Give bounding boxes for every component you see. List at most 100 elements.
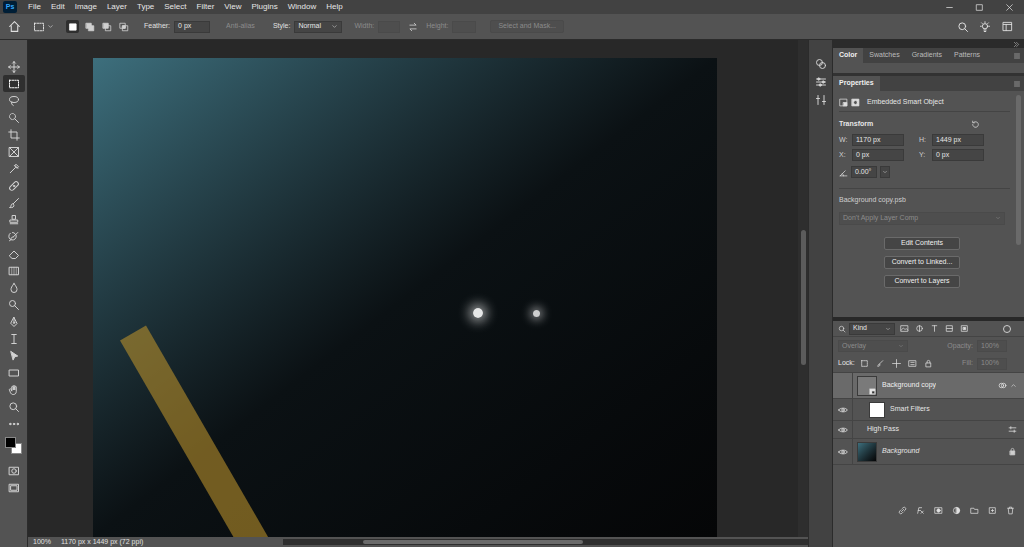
workspace-icon[interactable]: [996, 21, 1018, 32]
color-panel-icon[interactable]: [815, 58, 827, 70]
layer-row[interactable]: High Pass: [833, 421, 1024, 439]
field-input[interactable]: 0 px: [932, 149, 984, 161]
tool-button[interactable]: [3, 415, 25, 432]
filter-kind-icon[interactable]: [898, 324, 910, 333]
properties-scrollbar[interactable]: [1016, 95, 1021, 245]
tool-button[interactable]: [3, 92, 25, 109]
menu-item[interactable]: Window: [283, 1, 321, 13]
home-icon[interactable]: [8, 20, 21, 33]
filter-toggle[interactable]: [1003, 325, 1011, 333]
minimize-icon[interactable]: [934, 3, 964, 12]
delete-layer-icon[interactable]: [1004, 506, 1016, 515]
lock-option-icon[interactable]: [891, 359, 903, 368]
quick-mask-icon[interactable]: [3, 462, 25, 479]
lock-option-icon[interactable]: [875, 359, 887, 368]
visibility-toggle[interactable]: [833, 399, 853, 420]
panel-tab[interactable]: Gradients: [906, 48, 948, 63]
properties-button[interactable]: Edit Contents: [884, 237, 960, 250]
screen-mode-icon[interactable]: [3, 479, 25, 496]
panel-tab[interactable]: Patterns: [948, 48, 986, 63]
menu-item[interactable]: Help: [321, 1, 347, 13]
menu-item[interactable]: Image: [70, 1, 102, 13]
panel-menu-icon[interactable]: [1010, 48, 1024, 63]
panel-menu-icon[interactable]: [1010, 76, 1024, 91]
tool-preset-picker[interactable]: [33, 21, 54, 33]
tool-button[interactable]: [3, 313, 25, 330]
tool-button[interactable]: [3, 109, 25, 126]
layer-name[interactable]: Background copy: [882, 380, 936, 391]
layer-name[interactable]: Background: [882, 446, 919, 457]
properties-panel-icon[interactable]: [815, 76, 827, 88]
tool-button[interactable]: [3, 211, 25, 228]
zoom-level[interactable]: 100%: [33, 537, 51, 547]
layer-row[interactable]: Background: [833, 439, 1024, 465]
panel-tab[interactable]: Swatches: [863, 48, 905, 63]
new-layer-icon[interactable]: [986, 506, 998, 515]
angle-input[interactable]: 0.00°: [851, 166, 877, 178]
horizontal-scrollbar[interactable]: [283, 539, 808, 545]
tool-button[interactable]: [3, 398, 25, 415]
selection-mode-icon[interactable]: [83, 20, 96, 33]
discover-icon[interactable]: [974, 21, 996, 33]
menu-item[interactable]: Type: [132, 1, 159, 13]
visibility-toggle[interactable]: [833, 373, 853, 398]
menu-item[interactable]: Select: [159, 1, 191, 13]
vertical-scrollbar[interactable]: [798, 40, 808, 537]
new-group-icon[interactable]: [968, 506, 980, 515]
tool-button[interactable]: [3, 194, 25, 211]
angle-dropdown[interactable]: [880, 166, 890, 178]
menu-item[interactable]: File: [23, 1, 46, 13]
adjustment-layer-icon[interactable]: [950, 506, 962, 515]
tool-button[interactable]: [3, 364, 25, 381]
search-icon[interactable]: [952, 21, 974, 33]
filter-kind-icon[interactable]: [958, 324, 970, 333]
filter-type-dropdown[interactable]: Kind: [849, 323, 895, 335]
filter-mask-thumbnail[interactable]: [869, 402, 885, 418]
add-mask-icon[interactable]: [932, 506, 944, 515]
panel-tab[interactable]: Color: [833, 48, 863, 63]
selection-mode-icon[interactable]: [66, 20, 79, 33]
menu-item[interactable]: View: [219, 1, 246, 13]
field-input[interactable]: 1449 px: [932, 134, 984, 146]
layer-style-icon[interactable]: [914, 506, 926, 515]
tool-button[interactable]: [3, 160, 25, 177]
tool-button[interactable]: [3, 296, 25, 313]
properties-button[interactable]: Convert to Layers: [884, 275, 960, 288]
lock-option-icon[interactable]: [907, 359, 919, 368]
color-swatches[interactable]: [4, 436, 24, 456]
style-dropdown[interactable]: Normal: [294, 21, 342, 33]
tool-button[interactable]: [3, 245, 25, 262]
canvas[interactable]: [28, 40, 798, 537]
filter-kind-icon[interactable]: [928, 324, 940, 333]
tool-button[interactable]: [3, 347, 25, 364]
layer-name[interactable]: Smart Filters: [890, 404, 930, 415]
selection-mode-icon[interactable]: [100, 20, 113, 33]
layer-mask-icon[interactable]: [851, 98, 860, 107]
tool-button[interactable]: [3, 262, 25, 279]
feather-input[interactable]: 0 px: [174, 21, 210, 33]
filter-options-icon[interactable]: [1006, 425, 1018, 434]
maximize-icon[interactable]: [964, 3, 994, 12]
link-layers-icon[interactable]: [896, 506, 908, 515]
menu-item[interactable]: Filter: [192, 1, 220, 13]
tool-button[interactable]: [3, 126, 25, 143]
properties-button[interactable]: Convert to Linked...: [884, 256, 960, 269]
document-info[interactable]: 1170 px x 1449 px (72 ppi): [61, 537, 143, 547]
tool-button[interactable]: [3, 381, 25, 398]
visibility-toggle[interactable]: [833, 439, 853, 464]
scroll-thumb[interactable]: [801, 230, 806, 365]
field-input[interactable]: 1170 px: [852, 134, 904, 146]
layer-name[interactable]: High Pass: [867, 424, 899, 435]
filter-kind-icon[interactable]: [943, 324, 955, 333]
tool-button[interactable]: [3, 143, 25, 160]
reset-icon[interactable]: [971, 120, 980, 129]
tool-button[interactable]: [3, 330, 25, 347]
tool-button[interactable]: [3, 279, 25, 296]
app-logo[interactable]: Ps: [3, 1, 17, 13]
menu-item[interactable]: Layer: [102, 1, 132, 13]
selection-mode-icon[interactable]: [117, 20, 130, 33]
visibility-toggle[interactable]: [833, 421, 853, 438]
lock-option-icon[interactable]: [859, 359, 871, 368]
smart-filter-icon[interactable]: [996, 381, 1008, 390]
foreground-color-swatch[interactable]: [5, 437, 16, 448]
